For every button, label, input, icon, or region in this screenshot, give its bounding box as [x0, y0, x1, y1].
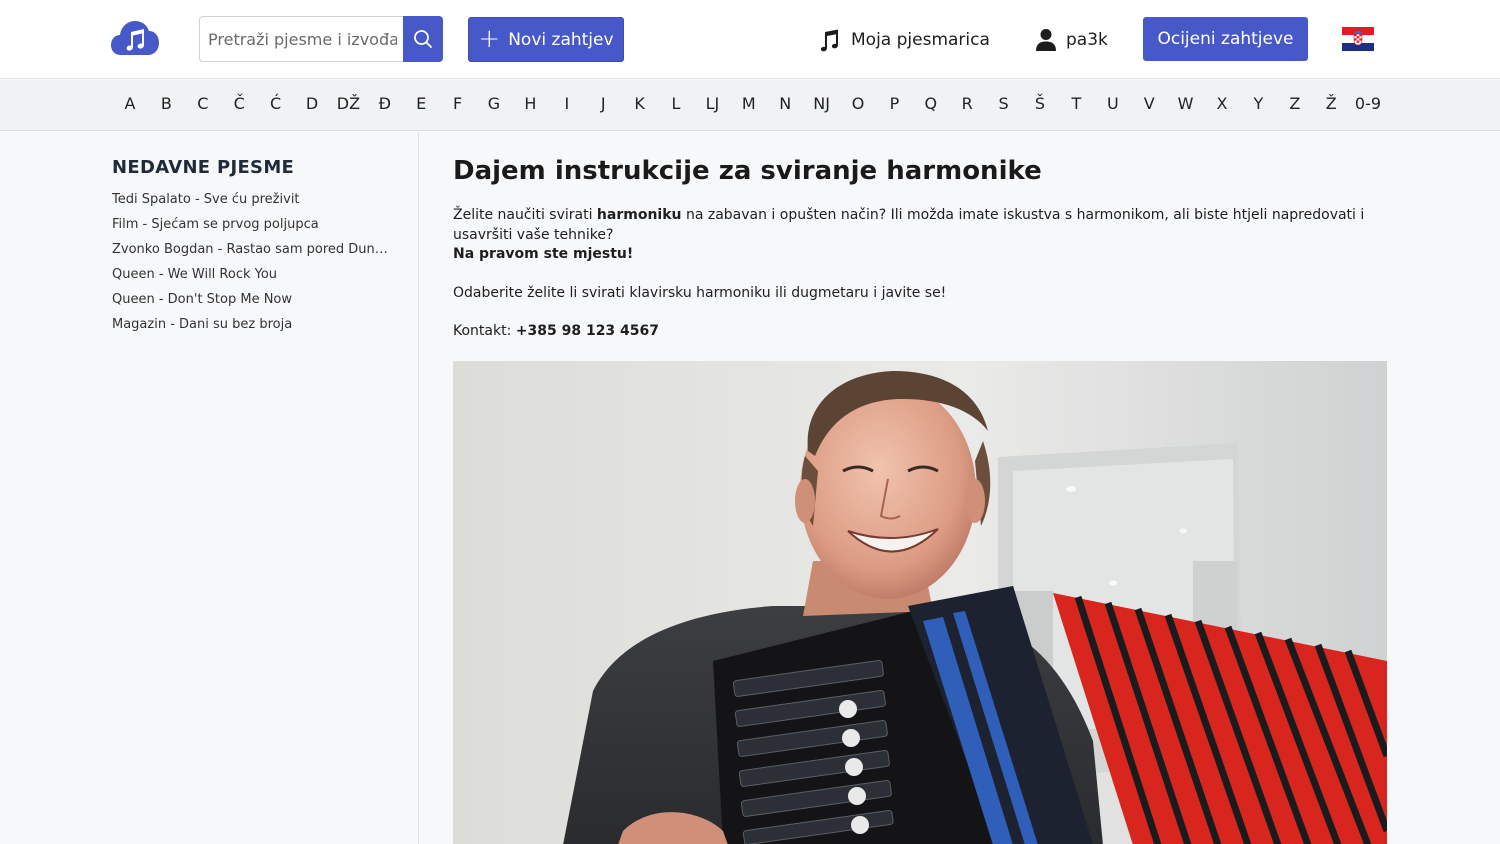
- choose-instrument-text: Odaberite želite li svirati klavirsku ha…: [453, 285, 947, 301]
- alphabet-letter-link[interactable]: O: [852, 94, 865, 113]
- alphabet-letter-link[interactable]: NJ: [813, 94, 830, 113]
- rate-requests-button[interactable]: Ocijeni zahtjeve: [1143, 17, 1308, 61]
- alphabet-letter-link[interactable]: K: [634, 94, 645, 113]
- contact-line: Kontakt: +385 98 123 4567: [453, 322, 1387, 342]
- croatia-flag-icon[interactable]: [1342, 27, 1374, 51]
- alphabet-letter-link[interactable]: R: [962, 94, 973, 113]
- alphabet-letter-link[interactable]: A: [125, 94, 136, 113]
- intro-bold-word: harmoniku: [596, 207, 682, 223]
- alphabet-letter-link[interactable]: LJ: [706, 94, 720, 113]
- alphabet-letter-link[interactable]: Z: [1289, 94, 1300, 113]
- alphabet-letter-link[interactable]: U: [1107, 94, 1119, 113]
- search-button[interactable]: [403, 16, 443, 62]
- contact-phone: +385 98 123 4567: [515, 323, 660, 339]
- alphabet-letter-link[interactable]: L: [672, 94, 681, 113]
- rate-requests-label: Ocijeni zahtjeve: [1157, 29, 1294, 49]
- alphabet-letter-link[interactable]: G: [488, 94, 500, 113]
- alphabet-letter-link[interactable]: I: [564, 94, 569, 113]
- intro-text-start: Želite naučiti svirati: [453, 207, 597, 223]
- right-place-text: Na pravom ste mjestu!: [453, 246, 634, 262]
- recent-song-item[interactable]: Queen - Don't Stop Me Now: [112, 292, 392, 317]
- sidebar: NEDAVNE PJESME Tedi Spalato - Sve ću pre…: [0, 132, 419, 844]
- user-icon: [1036, 29, 1056, 51]
- recent-songs-title: NEDAVNE PJESME: [112, 157, 295, 178]
- alphabet-letter-link[interactable]: Ž: [1326, 94, 1337, 113]
- alphabet-letter-link[interactable]: DŽ: [337, 94, 360, 113]
- recent-songs-list: Tedi Spalato - Sve ću preživit Film - Sj…: [112, 192, 392, 342]
- new-request-label: Novi zahtjev: [508, 29, 614, 50]
- alphabet-letter-link[interactable]: D: [306, 94, 318, 113]
- plus-icon: +: [478, 23, 501, 54]
- alphabet-letter-link[interactable]: 0-9: [1355, 94, 1381, 113]
- alphabet-letter-link[interactable]: Q: [925, 94, 938, 113]
- page-title: Dajem instrukcije za sviranje harmonike: [453, 156, 1042, 186]
- music-note-icon: [820, 29, 838, 52]
- search-form: [199, 16, 443, 62]
- recent-song-item[interactable]: Magazin - Dani su bez broja: [112, 317, 392, 342]
- new-request-button[interactable]: + Novi zahtjev: [468, 17, 624, 62]
- accordion-player-photo: [453, 361, 1387, 844]
- my-songbook-link[interactable]: Moja pjesmarica: [817, 24, 990, 56]
- alphabet-letter-link[interactable]: X: [1217, 94, 1228, 113]
- recent-song-item[interactable]: Film - Sjećam se prvog poljupca: [112, 217, 392, 242]
- recent-song-item[interactable]: Tedi Spalato - Sve ću preživit: [112, 192, 392, 217]
- top-navbar: + Novi zahtjev Moja pjesmarica pa3k Ocij…: [0, 0, 1500, 79]
- alphabet-letter-link[interactable]: B: [161, 94, 172, 113]
- cloud-music-logo-icon[interactable]: [111, 21, 159, 57]
- contact-label: Kontakt:: [453, 323, 516, 339]
- alphabet-letter-link[interactable]: J: [601, 94, 606, 113]
- alphabet-letter-link[interactable]: W: [1178, 94, 1194, 113]
- user-profile-link[interactable]: pa3k: [1036, 24, 1108, 56]
- alphabet-letter-link[interactable]: T: [1072, 94, 1082, 113]
- alphabet-letter-link[interactable]: Č: [234, 94, 245, 113]
- recent-song-item[interactable]: Zvonko Bogdan - Rastao sam pored Duna...: [112, 242, 392, 267]
- intro-paragraph: Želite naučiti svirati harmoniku na zaba…: [453, 206, 1387, 265]
- alphabet-letter-link[interactable]: Š: [1035, 94, 1045, 113]
- alphabet-letter-link[interactable]: Ć: [270, 94, 281, 113]
- alphabet-letter-link[interactable]: S: [999, 94, 1009, 113]
- my-songbook-label: Moja pjesmarica: [851, 30, 990, 50]
- alphabet-bar: A B C Č Ć D DŽ Đ E F G H I J K L LJ M N NJ O P Q R S Š T U V W X Y Z Ž 0-9: [0, 80, 1500, 131]
- alphabet-letter-link[interactable]: M: [742, 94, 756, 113]
- alphabet-letter-link[interactable]: V: [1144, 94, 1155, 113]
- alphabet-letter-link[interactable]: N: [779, 94, 791, 113]
- alphabet-letter-link[interactable]: F: [453, 94, 462, 113]
- search-input[interactable]: [199, 16, 405, 62]
- username-label: pa3k: [1066, 30, 1108, 50]
- alphabet-letter-link[interactable]: C: [197, 94, 208, 113]
- alphabet-letter-link[interactable]: Đ: [379, 94, 391, 113]
- search-icon: [414, 30, 432, 48]
- alphabet-letter-link[interactable]: E: [416, 94, 426, 113]
- alphabet-letter-link[interactable]: H: [524, 94, 536, 113]
- recent-song-item[interactable]: Queen - We Will Rock You: [112, 267, 392, 292]
- alphabet-letter-link[interactable]: P: [890, 94, 900, 113]
- alphabet-letter-link[interactable]: Y: [1254, 94, 1264, 113]
